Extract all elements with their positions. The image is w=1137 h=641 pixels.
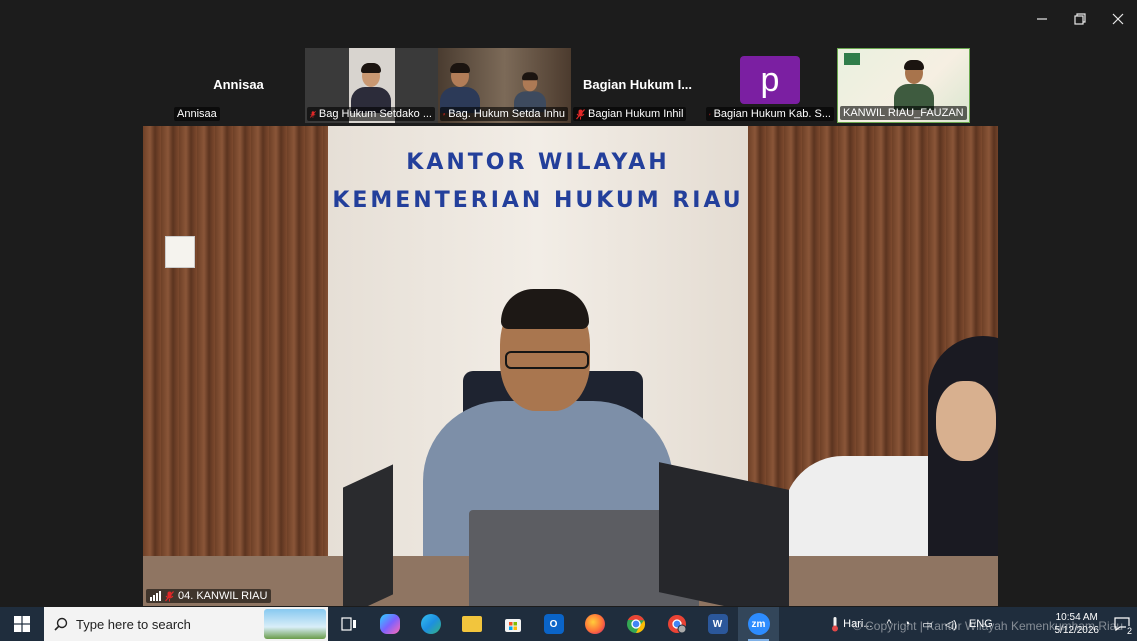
wall-sign-line-2: KEMENTERIAN HUKUM RIAU — [332, 188, 744, 213]
wood-panel-left — [143, 126, 328, 606]
windows-taskbar: Type here to search O W zm Hari... ^ ◔ ▭… — [0, 607, 1137, 641]
volume-icon[interactable]: ◁) — [945, 618, 957, 631]
outlook-icon: O — [543, 614, 564, 634]
firefox-icon — [584, 614, 605, 634]
tray-icons: ^ ◔ ▭ ◁) ENG — [877, 618, 1047, 631]
notification-center-button[interactable]: 2 — [1107, 607, 1137, 641]
participant-video — [894, 60, 934, 110]
edge-icon — [420, 614, 441, 634]
participant-video — [440, 63, 480, 113]
participant-tile-kanwil-riau-fauzan[interactable]: KANWIL RIAU_FAUZAN — [837, 48, 970, 123]
search-icon — [54, 617, 68, 631]
battery-icon[interactable]: ▭ — [922, 618, 932, 631]
microsoft-store-icon — [504, 619, 521, 632]
language-indicator[interactable]: ENG — [969, 618, 993, 630]
participant-name: Bag Hukum Setdako ... — [318, 108, 432, 120]
participant-name-label: Bag Hukum Setdako ... — [307, 107, 435, 121]
notification-count: 2 — [1125, 626, 1133, 636]
zoom-button[interactable]: zm — [738, 607, 779, 641]
participant-strip: Annisaa Annisaa Bag Hukum Setdako ... Ba… — [172, 48, 970, 123]
clock[interactable]: 10:54 AM 5/12/2026 — [1047, 611, 1108, 637]
participant-name-label: Annisaa — [174, 107, 220, 121]
speaker-glasses — [505, 351, 589, 369]
file-explorer-button[interactable] — [451, 607, 492, 641]
edge-button[interactable] — [410, 607, 451, 641]
system-tray: Hari... ^ ◔ ▭ ◁) ENG 10:54 AM 5/12/2026 … — [827, 607, 1137, 641]
clock-time: 10:54 AM — [1055, 612, 1098, 623]
participant-name: Annisaa — [177, 108, 217, 120]
muted-mic-icon — [165, 590, 174, 601]
participant-name: Bagian Hukum Kab. S... — [713, 108, 831, 120]
participant-name: Bagian Hukum Inhil — [588, 108, 684, 120]
zoom-icon: zm — [747, 613, 770, 635]
search-highlight-image — [264, 609, 326, 639]
active-speaker-name: 04. KANWIL RIAU — [178, 590, 268, 602]
laptop-left — [343, 464, 393, 606]
weather-text: Hari... — [843, 618, 873, 630]
clock-date: 5/12/2026 — [1054, 625, 1100, 636]
participant-avatar: p — [740, 56, 800, 104]
close-icon — [1112, 13, 1124, 25]
thermometer-icon — [832, 617, 839, 632]
participant-tile-bag-hukum-setdako[interactable]: Bag Hukum Setdako ... — [305, 48, 438, 123]
virtual-background-logo — [844, 53, 860, 65]
start-button[interactable] — [0, 607, 44, 641]
restore-button[interactable] — [1061, 8, 1099, 30]
word-button[interactable]: W — [697, 607, 738, 641]
minimize-button[interactable] — [1023, 8, 1061, 30]
participant-tile-bagian-hukum-inhil[interactable]: Bagian Hukum I... Bagian Hukum Inhil — [571, 48, 704, 123]
colleague-face — [936, 381, 996, 461]
participant-name: KANWIL RIAU_FAUZAN — [843, 107, 964, 119]
wall-sign-line-1: KANTOR WILAYAH — [406, 150, 670, 175]
participant-display-name: Annisaa — [213, 77, 264, 92]
participant-video-second-person — [514, 72, 546, 113]
copilot-button[interactable] — [369, 607, 410, 641]
muted-mic-icon — [310, 110, 316, 118]
active-speaker-video[interactable]: KANTOR WILAYAH KEMENTERIAN HUKUM RIAU — [143, 126, 998, 606]
active-speaker-label: 04. KANWIL RIAU — [146, 589, 272, 603]
copilot-icon — [379, 614, 400, 634]
word-icon: W — [707, 614, 728, 634]
participant-name-label: KANWIL RIAU_FAUZAN — [840, 106, 967, 120]
window-controls — [1023, 8, 1137, 30]
close-button[interactable] — [1099, 8, 1137, 30]
speaker-hair — [501, 289, 589, 329]
taskbar-search-box[interactable]: Type here to search — [44, 607, 328, 641]
participant-tile-annisaa[interactable]: Annisaa Annisaa — [172, 48, 305, 123]
microsoft-store-button[interactable] — [492, 607, 533, 641]
firefox-button[interactable] — [574, 607, 615, 641]
minimize-icon — [1037, 18, 1047, 20]
muted-mic-icon — [443, 112, 446, 116]
windows-logo-icon — [14, 616, 30, 632]
participant-name: Bag. Hukum Setda Inhu — [448, 108, 565, 120]
outlook-button[interactable]: O — [533, 607, 574, 641]
chrome-profile-icon — [667, 615, 686, 634]
participant-display-name: Bagian Hukum I... — [582, 77, 693, 92]
signal-strength-icon — [150, 591, 161, 601]
participant-video — [351, 63, 391, 113]
wall-note — [165, 236, 195, 268]
zoom-meeting-window: Annisaa Annisaa Bag Hukum Setdako ... Ba… — [0, 0, 1137, 607]
chrome-button[interactable] — [615, 607, 656, 641]
muted-mic-icon — [576, 108, 585, 119]
search-placeholder: Type here to search — [76, 616, 191, 632]
participant-name-label: Bagian Hukum Inhil — [573, 107, 687, 121]
task-view-icon — [340, 617, 356, 631]
chrome-icon — [626, 614, 645, 634]
chevron-up-icon[interactable]: ^ — [887, 618, 892, 630]
network-icon[interactable]: ◔ — [904, 618, 911, 630]
participant-name-label: Bag. Hukum Setda Inhu — [440, 107, 568, 121]
file-explorer-icon — [461, 616, 482, 632]
chrome-profile-button[interactable] — [656, 607, 697, 641]
participant-name-label: Bagian Hukum Kab. S... — [706, 107, 834, 121]
muted-mic-icon — [709, 113, 711, 115]
participant-tile-bagian-hukum-kab[interactable]: p Bagian Hukum Kab. S... — [704, 48, 837, 123]
task-view-button[interactable] — [328, 607, 369, 641]
restore-icon — [1074, 13, 1086, 25]
weather-widget[interactable]: Hari... — [827, 616, 876, 632]
participant-tile-bag-hukum-setda-inhu[interactable]: Bag. Hukum Setda Inhu — [438, 48, 571, 123]
